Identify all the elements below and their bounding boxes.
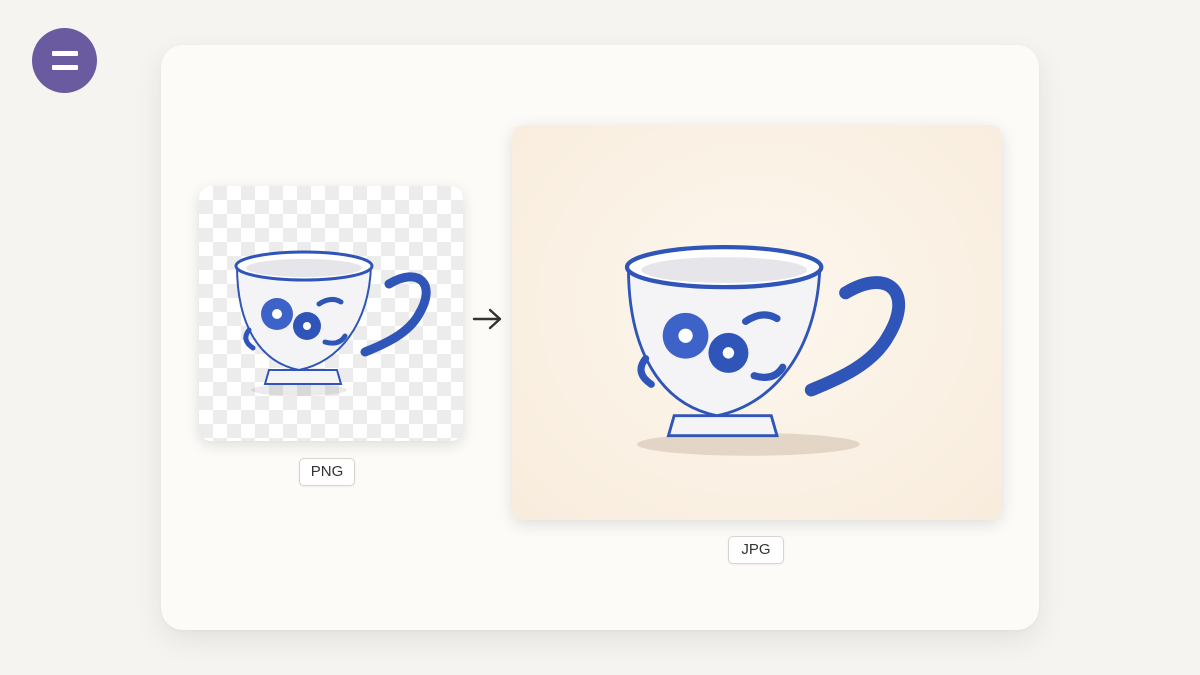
equals-icon	[51, 51, 78, 56]
jpg-preview	[512, 125, 1002, 520]
app-logo[interactable]	[32, 28, 97, 93]
conversion-card: PNG JPG	[161, 45, 1039, 630]
jpg-format-label: JPG	[728, 536, 784, 564]
png-preview	[199, 186, 463, 441]
teacup-image	[624, 245, 906, 456]
arrow-right-icon	[472, 308, 502, 330]
png-format-label: PNG	[299, 458, 355, 486]
teacup-image	[234, 250, 431, 396]
